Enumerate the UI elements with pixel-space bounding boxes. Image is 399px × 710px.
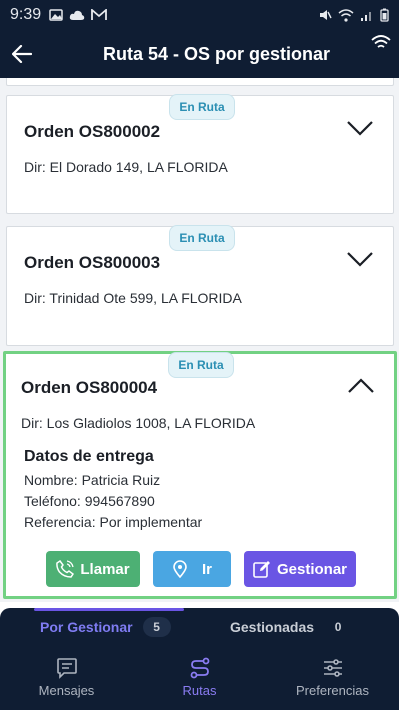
- arrow-left-icon: [12, 45, 32, 63]
- battery-icon: [380, 8, 389, 22]
- order-number: Orden OS800003: [24, 253, 161, 272]
- delivery-details: Datos de entrega Nombre: Patricia Ruiz T…: [24, 448, 202, 535]
- recipient-phone: Teléfono: 994567890: [24, 493, 155, 509]
- nav-label: Preferencias: [296, 682, 369, 698]
- nav-label: Mensajes: [38, 682, 95, 698]
- order-number: Orden OS800004: [21, 378, 158, 397]
- order-list[interactable]: En Ruta Orden OS800002 Dir: El Dorado 14…: [0, 78, 399, 602]
- order-card[interactable]: En Ruta Orden OS800003 Dir: Trinidad Ote…: [6, 225, 394, 346]
- status-tabs: Por Gestionar 5 Gestionadas 0: [0, 608, 399, 644]
- nav-item-preferencias[interactable]: Preferencias: [266, 644, 399, 710]
- manage-button-label: Gestionar: [276, 560, 348, 578]
- delivery-reference: Referencia: Por implementar: [24, 514, 203, 530]
- sliders-icon: [323, 658, 342, 677]
- order-number: Orden OS800002: [24, 122, 161, 141]
- back-button[interactable]: [0, 30, 44, 78]
- order-address: Dir: Trinidad Ote 599, LA FLORIDA: [24, 290, 242, 306]
- tab-count: 5: [142, 617, 171, 637]
- order-address: Dir: Los Gladiolos 1008, LA FLORIDA: [21, 415, 256, 431]
- mute-icon: [320, 10, 332, 20]
- call-button-label: Llamar: [80, 560, 130, 578]
- go-button[interactable]: Ir: [153, 551, 231, 587]
- status-badge: En Ruta: [169, 94, 235, 120]
- order-address: Dir: El Dorado 149, LA FLORIDA: [24, 159, 228, 175]
- route-icon: [190, 657, 209, 678]
- bottom-navigation: Mensajes Rutas Preferencias: [0, 644, 399, 710]
- recipient-name: Nombre: Patricia Ruiz: [24, 472, 161, 488]
- nav-item-mensajes[interactable]: Mensajes: [0, 644, 133, 710]
- manage-button[interactable]: Gestionar: [244, 551, 356, 587]
- page-title: Ruta 54 - OS por gestionar: [102, 43, 331, 64]
- connectivity-icon: [371, 35, 391, 48]
- status-badge: En Ruta: [169, 225, 235, 251]
- chevron-down-icon[interactable]: [347, 251, 373, 267]
- nav-label: Rutas: [182, 682, 217, 698]
- tab-por-gestionar[interactable]: Por Gestionar 5: [40, 617, 171, 637]
- order-card-expanded[interactable]: En Ruta Orden OS800004 Dir: Los Gladiolo…: [3, 351, 397, 599]
- app-header: Ruta 54 - OS por gestionar: [0, 30, 399, 78]
- active-tab-indicator: [34, 608, 184, 611]
- tab-gestionadas[interactable]: Gestionadas 0: [230, 617, 352, 637]
- chevron-up-icon[interactable]: [348, 378, 374, 394]
- order-card-partial[interactable]: [6, 78, 394, 86]
- delivery-details-title: Datos de entrega: [24, 448, 154, 465]
- wifi-status-icon: [338, 8, 354, 22]
- gallery-icon: [49, 9, 63, 21]
- phone-call-icon: [56, 560, 75, 578]
- status-time: 9:39: [10, 6, 42, 23]
- order-actions: Llamar Ir Gestionar: [6, 551, 394, 587]
- message-icon: [56, 657, 77, 679]
- cloud-icon: [69, 10, 85, 20]
- order-card[interactable]: En Ruta Orden OS800002 Dir: El Dorado 14…: [6, 94, 394, 214]
- nav-item-rutas[interactable]: Rutas: [133, 644, 266, 710]
- signal-icon: [361, 11, 371, 21]
- gmail-icon: [91, 9, 108, 20]
- go-button-label: Ir: [201, 560, 212, 578]
- tab-label: Por Gestionar: [40, 619, 133, 635]
- edit-icon: [253, 561, 270, 578]
- tab-count: 0: [334, 620, 342, 634]
- map-pin-icon: [173, 560, 187, 578]
- call-button[interactable]: Llamar: [46, 551, 140, 587]
- tab-label: Gestionadas: [230, 619, 315, 635]
- status-bar: 9:39: [0, 0, 399, 30]
- chevron-down-icon[interactable]: [347, 120, 373, 136]
- status-badge: En Ruta: [168, 352, 234, 378]
